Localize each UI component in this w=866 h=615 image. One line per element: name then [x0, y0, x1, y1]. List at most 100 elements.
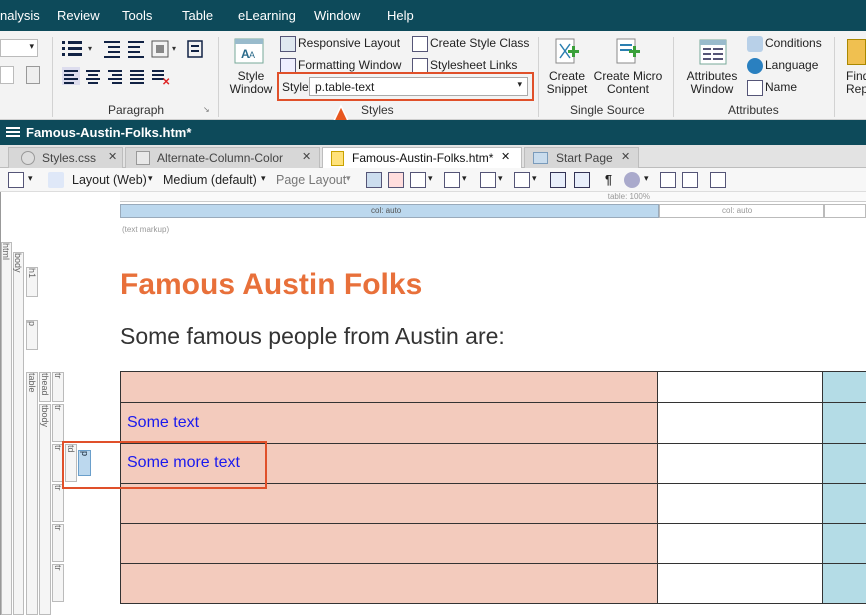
menu-icon[interactable]: [6, 126, 20, 138]
attributes-window-button[interactable]: Attributes Window: [683, 70, 741, 96]
close-icon[interactable]: ✕: [108, 150, 117, 163]
copy-icon[interactable]: [682, 172, 698, 188]
tab-alternate-column-color[interactable]: Alternate-Column-Color ✕: [125, 147, 320, 168]
chevron-down-icon[interactable]: ▾: [498, 173, 503, 184]
find-replace-button[interactable]: Find Rep: [846, 70, 866, 96]
table-cell[interactable]: [657, 371, 823, 403]
responsive-layout-icon[interactable]: [280, 36, 296, 52]
tag-table[interactable]: table: [26, 372, 38, 615]
font-dropdown[interactable]: [0, 66, 14, 84]
close-icon[interactable]: ✕: [501, 150, 510, 163]
condition-indicator-icon[interactable]: [574, 172, 590, 188]
format-icon[interactable]: [26, 66, 40, 84]
block-icon[interactable]: [187, 40, 203, 58]
find-replace-icon[interactable]: [847, 39, 866, 65]
menu-help[interactable]: Help: [387, 8, 414, 23]
align-right-icon[interactable]: [108, 70, 122, 84]
tag-tr[interactable]: tr: [52, 372, 64, 402]
paint-bucket-icon[interactable]: [624, 172, 640, 188]
show-tags-icon[interactable]: [444, 172, 460, 188]
bullet-list-icon[interactable]: [62, 41, 82, 56]
image-icon[interactable]: [410, 172, 426, 188]
create-style-class-icon[interactable]: [412, 36, 428, 52]
tag-h1[interactable]: h1: [26, 267, 38, 297]
formatting-window-button[interactable]: Formatting Window: [298, 58, 401, 72]
tag-tr[interactable]: tr: [52, 484, 64, 522]
name-icon[interactable]: [747, 80, 763, 96]
table-cell[interactable]: [120, 563, 658, 604]
table-cell[interactable]: [822, 402, 866, 444]
tag-tr[interactable]: tr: [52, 564, 64, 602]
create-style-class-button[interactable]: Create Style Class: [430, 36, 529, 50]
conditions-icon[interactable]: [747, 36, 763, 52]
table-cell[interactable]: [657, 563, 823, 604]
tab-styles-css[interactable]: Styles.css ✕: [8, 147, 123, 168]
align-left-icon[interactable]: [62, 67, 80, 85]
name-button[interactable]: Name: [765, 80, 797, 94]
dialog-launcher-icon[interactable]: ↘: [203, 105, 210, 114]
language-button[interactable]: Language: [765, 58, 818, 72]
span-icon[interactable]: [550, 172, 566, 188]
page-layout-dropdown[interactable]: Page Layout: [276, 173, 346, 187]
document-icon[interactable]: [480, 172, 496, 188]
language-icon[interactable]: [747, 58, 763, 74]
table-cell[interactable]: [120, 483, 658, 524]
create-micro-content-icon[interactable]: [614, 36, 642, 68]
menu-analysis[interactable]: nalysis: [0, 8, 40, 23]
table-cell[interactable]: [822, 443, 866, 484]
create-snippet-button[interactable]: Create Snippet: [543, 70, 591, 96]
menu-table[interactable]: Table: [182, 8, 213, 23]
menu-review[interactable]: Review: [57, 8, 100, 23]
layout-dropdown[interactable]: Layout (Web): [72, 173, 147, 187]
font-size-dropdown[interactable]: ▾: [0, 39, 38, 57]
responsive-layout-button[interactable]: Responsive Layout: [298, 36, 400, 50]
tag-body[interactable]: body: [13, 252, 24, 615]
tag-tbody[interactable]: tbody: [39, 404, 51, 615]
preview-icon[interactable]: [366, 172, 382, 188]
tag-tr[interactable]: tr: [52, 404, 64, 442]
column-ruler-1[interactable]: col: auto: [120, 204, 659, 218]
style-window-icon[interactable]: A A: [232, 37, 268, 67]
tag-thead[interactable]: thead: [39, 372, 51, 402]
chevron-down-icon[interactable]: ▾: [644, 173, 649, 184]
menu-window[interactable]: Window: [314, 8, 360, 23]
medium-dropdown[interactable]: Medium (default): [163, 173, 257, 187]
column-ruler-3[interactable]: [824, 204, 866, 218]
tag-html[interactable]: html: [1, 242, 12, 615]
style-dropdown[interactable]: p.table-text ▾: [309, 77, 528, 96]
table-cell[interactable]: [657, 483, 823, 524]
add-icon[interactable]: [660, 172, 676, 188]
pilcrow-icon[interactable]: ¶: [605, 173, 612, 187]
chevron-down-icon[interactable]: ▾: [462, 173, 467, 184]
insert-icon[interactable]: [710, 172, 726, 188]
table-cell[interactable]: [657, 443, 823, 484]
zoom-icon[interactable]: [8, 172, 24, 188]
chevron-down-icon[interactable]: ▾: [28, 173, 33, 184]
close-icon[interactable]: ✕: [302, 150, 311, 163]
table-cell[interactable]: [657, 402, 823, 444]
page-heading[interactable]: Famous Austin Folks: [120, 268, 422, 302]
close-icon[interactable]: ✕: [621, 150, 630, 163]
clear-align-icon[interactable]: ✕: [152, 70, 170, 88]
tag-tr[interactable]: tr: [52, 524, 64, 562]
chevron-down-icon[interactable]: ▾: [428, 173, 433, 184]
table-cell[interactable]: [822, 483, 866, 524]
align-center-icon[interactable]: [86, 70, 100, 84]
table-cell[interactable]: [822, 563, 866, 604]
conditions-button[interactable]: Conditions: [765, 36, 822, 50]
attributes-window-icon[interactable]: [698, 37, 728, 67]
text-icon[interactable]: [514, 172, 530, 188]
stylesheet-links-button[interactable]: Stylesheet Links: [430, 58, 517, 72]
create-snippet-icon[interactable]: [553, 36, 581, 68]
style-window-button[interactable]: Style Window: [228, 70, 274, 96]
column-ruler-2[interactable]: col: auto: [659, 204, 824, 218]
intro-paragraph[interactable]: Some famous people from Austin are:: [120, 323, 505, 350]
tab-start-page[interactable]: Start Page ✕: [524, 147, 639, 168]
justify-icon[interactable]: [130, 70, 144, 84]
table-cell[interactable]: [120, 371, 658, 403]
layout-icon[interactable]: [48, 172, 64, 188]
create-micro-content-button[interactable]: Create Micro Content: [590, 70, 666, 96]
outdent-icon[interactable]: [128, 41, 144, 58]
tab-famous-austin-folks[interactable]: Famous-Austin-Folks.htm* ✕: [322, 147, 522, 169]
tag-p[interactable]: p: [26, 320, 38, 350]
